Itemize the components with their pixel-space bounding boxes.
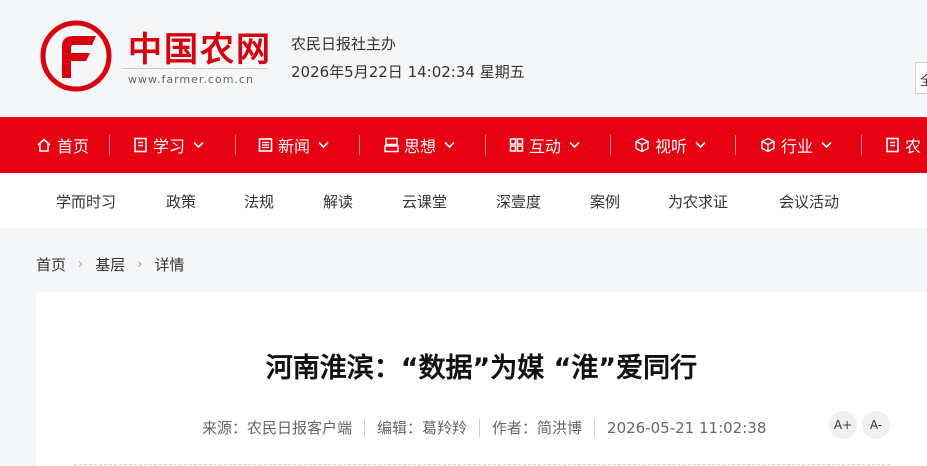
main-nav: 首页 学习 新闻 思想 互动 视听 行业 农	[0, 117, 927, 173]
nav-divider	[235, 135, 236, 155]
nav-divider	[485, 135, 486, 155]
subnav-item[interactable]: 政策	[166, 191, 196, 212]
nav-label: 新闻	[278, 137, 311, 156]
datetime-text: 2026年5月22日 14:02:34 星期五	[291, 63, 525, 81]
nav-item-industry[interactable]: 行业	[760, 117, 832, 173]
article-author: 作者：简洪博	[492, 419, 583, 437]
chevron-down-icon	[821, 141, 832, 149]
nav-item-farm[interactable]: 农	[885, 117, 921, 173]
subnav-item[interactable]: 学而时习	[56, 191, 116, 212]
doc-icon	[886, 137, 899, 153]
nav-item-media[interactable]: 视听	[634, 117, 706, 173]
article-title: 河南淮滨：“数据”为媒 “淮”爱同行	[265, 353, 698, 384]
nav-item-interact[interactable]: 互动	[509, 117, 580, 173]
nav-label: 学习	[153, 137, 186, 156]
logo-text[interactable]: 中国农网	[128, 22, 272, 71]
breadcrumb-current: 详情	[154, 256, 185, 274]
nav-label: 行业	[781, 137, 814, 156]
subnav-item[interactable]: 法规	[244, 191, 274, 212]
dashed-divider	[74, 464, 890, 465]
thought-icon	[384, 137, 399, 153]
host-text: 农民日报社主办	[291, 35, 397, 53]
nav-label: 农	[905, 137, 922, 156]
subnav-item[interactable]: 云课堂	[402, 191, 447, 212]
nav-label: 首页	[57, 137, 90, 156]
nav-divider	[359, 135, 360, 155]
subnav-item[interactable]: 深壹度	[496, 191, 541, 212]
nav-divider	[109, 135, 110, 155]
font-decrease-button[interactable]: A-	[862, 411, 890, 439]
subnav-item[interactable]: 为农求证	[668, 191, 728, 212]
grid-icon	[509, 138, 524, 152]
nav-divider	[735, 135, 736, 155]
nav-item-study[interactable]: 学习	[133, 117, 204, 173]
meta-divider	[479, 418, 481, 437]
cube-icon	[635, 137, 649, 153]
nav-divider	[861, 135, 862, 155]
subnav-item[interactable]: 案例	[590, 191, 620, 212]
site-header: 中国农网 www.farmer.com.cn 农民日报社主办 2026年5月22…	[0, 0, 927, 117]
subnav-item[interactable]: 解读	[323, 191, 353, 212]
nav-label: 思想	[404, 137, 437, 156]
article-editor: 编辑：葛羚羚	[377, 419, 468, 437]
nav-item-news[interactable]: 新闻	[258, 117, 329, 173]
article-card: 河南淮滨：“数据”为媒 “淮”爱同行 来源：农民日报客户端 编辑：葛羚羚 作者：…	[36, 292, 927, 466]
sub-nav: 学而时习 政策 法规 解读 云课堂 深壹度 案例 为农求证 会议活动	[0, 173, 927, 228]
font-increase-button[interactable]: A+	[829, 411, 857, 439]
chevron-down-icon	[318, 141, 329, 149]
article-source: 来源：农民日报客户端	[202, 419, 353, 437]
meta-divider	[364, 418, 366, 437]
book-icon	[134, 137, 147, 153]
nav-divider	[610, 135, 611, 155]
article-meta: 来源：农民日报客户端 编辑：葛羚羚 作者：简洪博 2026-05-21 11:0…	[202, 417, 766, 438]
chevron-down-icon	[193, 141, 204, 149]
nav-item-thought[interactable]: 思想	[384, 117, 455, 173]
search-input[interactable]: 全	[915, 62, 927, 94]
chevron-right-icon: ›	[137, 257, 143, 272]
news-icon	[258, 138, 273, 152]
nav-label: 互动	[529, 137, 562, 156]
nav-label: 视听	[655, 137, 688, 156]
logo-divider	[122, 68, 268, 69]
chevron-right-icon: ›	[78, 257, 84, 272]
logo-icon[interactable]	[40, 20, 112, 92]
subnav-item[interactable]: 会议活动	[779, 191, 839, 212]
article-date: 2026-05-21 11:02:38	[607, 418, 767, 437]
logo-url: www.farmer.com.cn	[128, 73, 254, 86]
nav-item-home[interactable]: 首页	[36, 117, 89, 173]
chevron-down-icon	[695, 141, 706, 149]
industry-icon	[761, 137, 775, 153]
chevron-down-icon	[569, 141, 580, 149]
meta-divider	[594, 418, 596, 437]
breadcrumb-section[interactable]: 基层	[95, 254, 125, 275]
breadcrumb-home[interactable]: 首页	[36, 254, 66, 275]
home-icon	[37, 138, 51, 152]
chevron-down-icon	[444, 141, 455, 149]
breadcrumb: 首页 › 基层 › 详情	[36, 254, 184, 275]
